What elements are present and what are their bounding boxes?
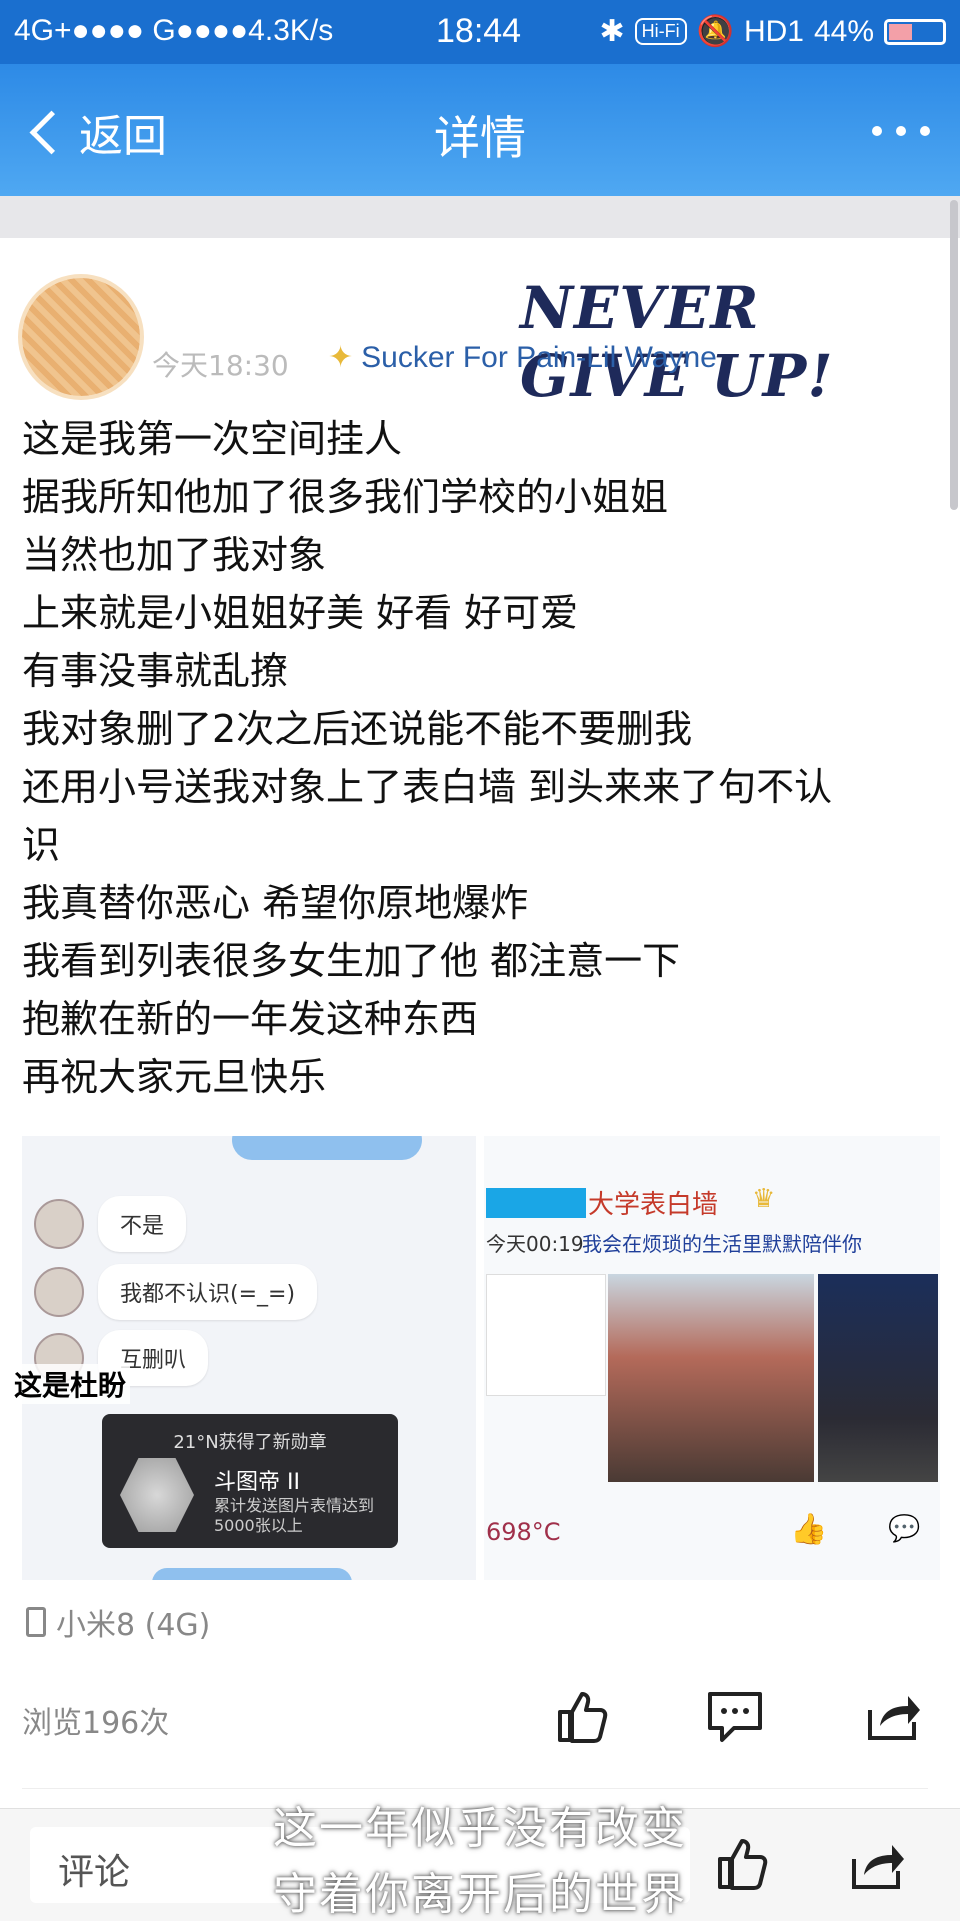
divider: [22, 1788, 928, 1789]
nav-bar: 返回 详情: [0, 64, 960, 196]
post-body: 这是我第一次空间挂人 据我所知他加了很多我们学校的小姐姐 当然也加了我对象 上来…: [22, 410, 932, 1106]
device-info: 小米8 (4G): [26, 1600, 210, 1644]
wall-time: 今天00:19: [486, 1232, 584, 1256]
post-line: 据我所知他加了很多我们学校的小姐姐: [22, 475, 669, 519]
chat-bubble-cropped: [152, 1568, 352, 1580]
post-image-chat[interactable]: 不是 我都不认识(=_=) 互删叭 21°N获得了新勋章 斗图帝 II 累计发送…: [22, 1136, 476, 1580]
crown-icon: ♛: [752, 1184, 776, 1214]
network-status: 4G+●●●● G●●●●4.3K/s: [14, 14, 334, 47]
medal-description: 累计发送图片表情达到5000张以上: [214, 1496, 375, 1535]
chat-avatar: [34, 1199, 84, 1249]
share-icon: [868, 1696, 920, 1740]
wall-message: 我会在烦琐的生活里默默陪伴你: [582, 1232, 862, 1256]
clock: 18:44: [436, 12, 522, 50]
post-line: 当然也加了我对象: [22, 533, 327, 577]
page-title: 详情: [434, 111, 526, 165]
video-subtitle: 这一年似乎没有改变: [273, 1803, 687, 1854]
mute-icon: 🔕: [696, 15, 734, 48]
phone-icon: [26, 1607, 46, 1637]
medal-card: 21°N获得了新勋章 斗图帝 II 累计发送图片表情达到5000张以上: [102, 1414, 398, 1548]
thumbs-up-icon: [558, 1692, 608, 1743]
music-icon: ✦: [328, 340, 354, 375]
more-options-icon[interactable]: [872, 126, 930, 136]
post-line: 上来就是小姐姐好美 好看 好可爱: [22, 591, 579, 635]
post-line: 我真替你恶心 希望你原地爆炸: [22, 881, 529, 925]
post-line: 有事没事就乱撩: [22, 649, 289, 693]
post-line: 我对象删了2次之后还说能不能不要删我: [22, 707, 693, 751]
device-name: 小米8 (4G): [56, 1608, 211, 1643]
comment-button[interactable]: [704, 1686, 764, 1746]
post-line: 再祝大家元旦快乐: [22, 1055, 327, 1099]
wall-name: 大学表白墙: [588, 1190, 719, 1220]
post-line: 我看到列表很多女生加了他 都注意一下: [22, 939, 681, 983]
chat-avatar: [34, 1267, 84, 1317]
chat-bubble: 我都不认识(=_=): [98, 1264, 318, 1320]
post-line: 抱歉在新的一年发这种东西: [22, 997, 479, 1041]
signature-text: Sucker For Pain-Lil Wayne: [361, 340, 717, 374]
bluetooth-icon: ✱: [599, 15, 625, 48]
battery-percent: 44%: [813, 14, 874, 48]
share-button[interactable]: [862, 1686, 922, 1746]
chat-bubble: 不是: [98, 1196, 187, 1252]
avatar[interactable]: [22, 278, 140, 396]
post-image-wall[interactable]: 大学表白墙 ♛ 今天00:19 我会在烦琐的生活里默默陪伴你 698°C 👍 💬: [484, 1136, 940, 1580]
photo-thumbnail: [818, 1274, 938, 1482]
temperature-label: 698°C: [486, 1518, 561, 1546]
battery-icon: [884, 18, 946, 45]
photo-thumbnail: [486, 1274, 606, 1396]
status-bar: 4G+●●●● G●●●●4.3K/s 18:44 ✱ Hi-Fi 🔕 HD1 …: [0, 0, 960, 64]
hifi-badge: Hi-Fi: [634, 18, 687, 45]
redaction-block: [486, 1188, 586, 1218]
chat-message: 我都不认识(=_=): [34, 1264, 318, 1320]
photo-thumbnail: [608, 1274, 814, 1482]
network-type: HD1: [743, 14, 804, 48]
post-card: NEVER GIVE UP! 今天18:30 ✦ Sucker For Pain…: [0, 238, 950, 1808]
thumbs-up-icon: 👍: [790, 1512, 828, 1547]
comment-icon: [708, 1692, 762, 1742]
overlay-label: 这是杜盼: [10, 1364, 131, 1404]
signature: ✦ Sucker For Pain-Lil Wayne: [328, 340, 717, 375]
status-icons: ✱ Hi-Fi 🔕 HD1 44%: [599, 14, 946, 49]
scrollbar[interactable]: [950, 200, 958, 510]
chat-bubble-cropped: [232, 1136, 422, 1160]
like-button[interactable]: [552, 1686, 612, 1746]
medal-title: 21°N获得了新勋章: [173, 1432, 327, 1453]
video-subtitle: 守着你离开后的世界: [273, 1869, 687, 1920]
medal-icon: [120, 1458, 194, 1532]
post-time: 今天18:30: [152, 349, 289, 382]
post-line: 识: [22, 823, 61, 867]
comment-icon: 💬: [888, 1514, 921, 1544]
post-line: 这是我第一次空间挂人: [22, 417, 403, 461]
view-count: 浏览196次: [22, 1706, 170, 1741]
chat-message: 不是: [34, 1196, 187, 1252]
medal-name: 斗图帝 II: [214, 1470, 300, 1495]
post-line: 还用小号送我对象上了表白墙 到头来来了句不认: [22, 765, 833, 809]
top-divider: [0, 196, 960, 238]
